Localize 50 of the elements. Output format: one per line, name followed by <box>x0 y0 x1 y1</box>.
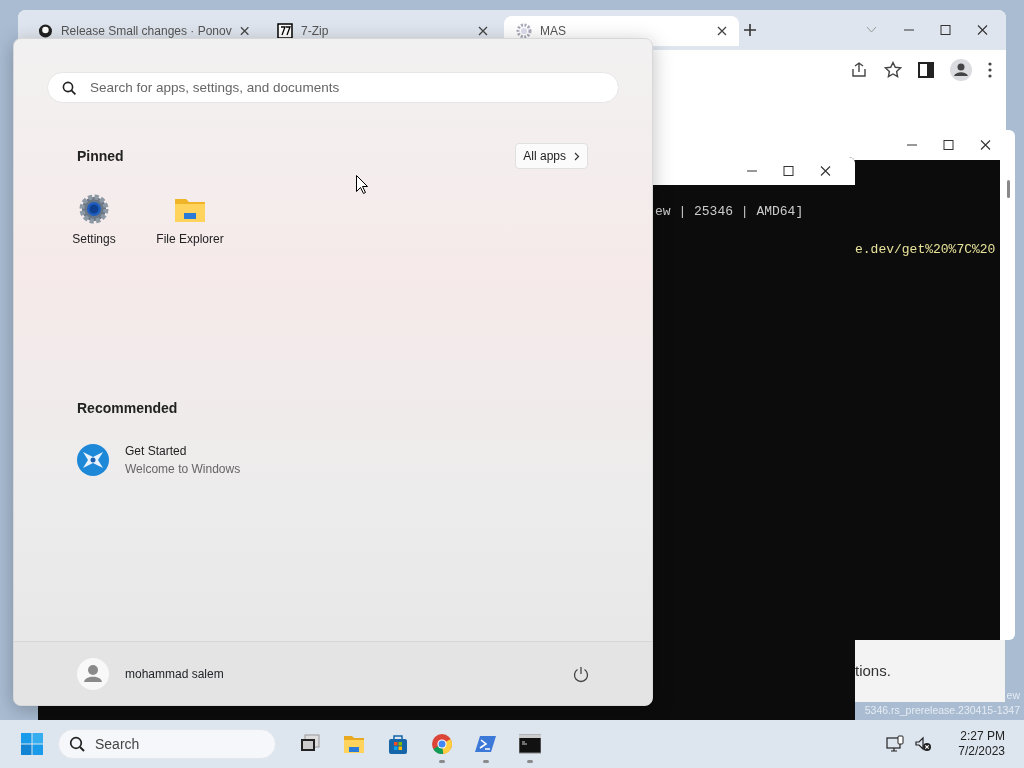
scrollbar-thumb[interactable] <box>1007 180 1010 198</box>
terminal-prompt-icon <box>475 733 497 755</box>
muted-speaker-icon[interactable] <box>914 735 933 753</box>
star-icon[interactable] <box>884 61 902 79</box>
clock[interactable]: 2:27 PM 7/2/2023 <box>958 729 1005 759</box>
network-icon[interactable] <box>886 735 905 753</box>
search-icon <box>69 736 85 752</box>
gear-icon <box>516 23 532 39</box>
shopping-bag-icon <box>387 733 409 755</box>
pinned-app[interactable]: Settings <box>46 193 142 248</box>
share-icon[interactable] <box>850 61 868 79</box>
profile-icon[interactable] <box>950 59 972 81</box>
build-text: ew <box>1005 688 1020 703</box>
all-apps-button[interactable]: All apps <box>515 143 588 169</box>
chevron-icon <box>574 151 580 161</box>
star-badge-icon <box>77 443 109 476</box>
menu-icon[interactable] <box>988 62 992 78</box>
power-icon[interactable] <box>572 664 590 683</box>
close-icon[interactable] <box>820 166 831 176</box>
console-text: ew | 25346 | AMD64] <box>655 203 805 221</box>
close-icon[interactable] <box>977 25 988 35</box>
section-heading: Pinned <box>77 146 124 166</box>
user-account-button[interactable]: mohammad salem <box>77 657 224 690</box>
browser-icon <box>431 733 453 755</box>
close-icon[interactable] <box>478 26 488 36</box>
pinned-app[interactable]: File Explorer <box>142 193 238 248</box>
section-heading: Recommended <box>77 399 178 416</box>
folder-icon <box>343 733 365 755</box>
maximize-icon[interactable] <box>943 140 954 150</box>
console-text: e.dev/get%20%7C%20 <box>855 241 997 259</box>
gear-icon <box>78 193 110 225</box>
taskbar-search-field[interactable]: Search <box>58 729 276 759</box>
close-icon[interactable] <box>980 140 991 150</box>
avatar-icon <box>77 657 109 690</box>
sidebar-icon[interactable] <box>918 62 934 78</box>
close-icon[interactable] <box>239 26 249 36</box>
close-icon[interactable] <box>717 26 727 36</box>
browser-tab[interactable]: Release Small changes · Ponov <box>26 16 261 46</box>
dialog-text: tions. <box>855 662 891 679</box>
windows-logo-icon <box>21 733 43 755</box>
mouse-cursor-icon <box>356 175 368 195</box>
build-text: 5346.rs_prerelease.230415-1347 <box>864 703 1020 718</box>
new-tab-icon[interactable] <box>743 23 757 37</box>
recommended-item[interactable]: Get Started Welcome to Windows <box>77 441 652 478</box>
maximize-icon[interactable] <box>940 25 951 35</box>
console-icon <box>519 733 541 755</box>
site-icon <box>277 23 293 39</box>
maximize-icon[interactable] <box>783 166 794 176</box>
site-icon <box>38 23 53 39</box>
search-field[interactable]: Search for apps, settings, and documents <box>47 72 619 103</box>
